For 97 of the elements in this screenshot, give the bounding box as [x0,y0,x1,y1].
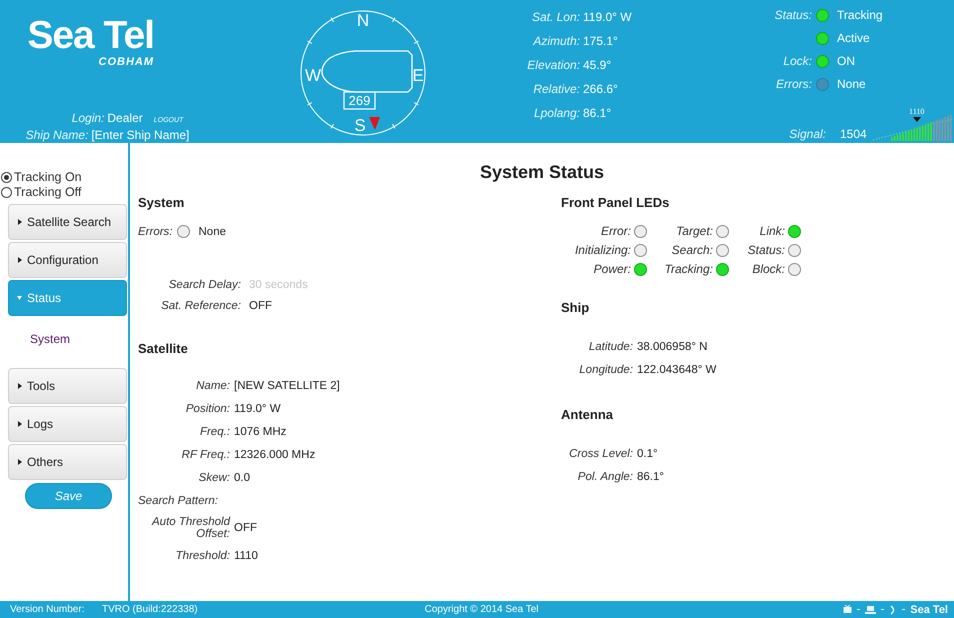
field-label: Freq.: [198,426,230,438]
reading-label: Azimuth: [532,34,580,48]
field-label: Search Pattern: [138,494,218,506]
led-label: Status: [748,243,785,257]
ship-name-value: [Enter Ship Name] [91,128,190,142]
status-value: Active [837,31,870,45]
caret-icon [17,383,22,389]
field-value: OFF [234,522,257,534]
field-label: Errors: [138,226,172,238]
field-value: 0.1° [637,448,658,460]
section-heading: System [138,195,186,210]
nav-item[interactable]: Satellite Search [8,204,127,240]
reading-value: 86.1° [583,106,612,120]
status-label: Lock: [783,54,812,68]
compass-label: N [356,11,370,30]
reading-value: 119.0° W [583,10,632,24]
led-label: Target: [676,224,713,238]
field-label: Cross Level: [568,448,633,460]
field-label: RF Freq.: [180,448,230,460]
field-label: Search Delay: [168,278,241,290]
field-label: Threshold: [174,550,230,562]
status-label: Errors: [776,77,812,91]
nav-item[interactable]: Tools [8,368,127,404]
login-value: Dealer [107,111,143,125]
login-label: Login: [72,111,104,125]
field-value: 122.043648° W [637,364,716,376]
compass-label: S [354,116,366,135]
status-value: None [837,77,866,91]
reading-value: 175.1° [583,34,618,48]
section-heading: Satellite [138,341,189,356]
field-label: Position: [184,402,230,414]
tracking-radio[interactable]: Tracking On [1,170,128,185]
field-value: 1076 MHz [234,426,286,438]
led-label: Power: [594,262,631,276]
version-value: TVRO (Build:222338) [102,604,198,615]
signal-label: Signal: [788,127,826,141]
reading-value: 45.9° [583,58,612,72]
tracking-radio[interactable]: Tracking Off [1,185,128,200]
nav-subitem[interactable]: System [8,317,128,367]
heading-readout: 269 [343,91,376,110]
footer-brand: Sea Tel [910,604,948,616]
nav-item[interactable]: Configuration [8,242,127,278]
compass-label: E [412,66,424,85]
section-heading: Ship [561,300,590,315]
nav-item[interactable]: Logs [8,406,127,442]
field-label: Sat. Reference: [160,300,241,312]
led-label: Search: [672,243,713,257]
threshold-label: 1110 [909,107,924,116]
caret-icon [17,257,22,263]
field-label: Auto Threshold Offset: [150,516,230,540]
logo-title: Sea Tel [27,16,154,55]
field-label: Longitude: [578,364,633,376]
laptop-icon [865,606,876,614]
led-label: Link: [760,224,785,238]
field-label: Pol. Angle: [576,470,633,482]
section-heading: Antenna [561,407,614,422]
field-label: Skew: [198,472,230,484]
logo-subtitle: COBHAM [98,56,154,68]
reading-label: Sat. Lon: [530,10,580,24]
version-label: Version Number: [10,604,86,615]
field-label: Name: [195,380,230,392]
field-value: 0.0 [234,472,250,484]
copyright-text: Copyright © 2014 Sea Tel [424,604,539,615]
section-heading: Front Panel LEDs [561,195,670,210]
pointer-icon [369,117,380,130]
ship-outline-icon [321,50,413,93]
led-label: Error: [601,224,631,238]
reading-label: Relative: [532,82,580,96]
field-value: None [198,226,226,238]
reading-label: Lpolang: [532,106,580,120]
page-title: System Status [478,162,606,183]
field-value: OFF [249,300,272,312]
field-value: 30 seconds [249,278,308,290]
field-value: 38.006958° N [637,340,708,352]
status-label: Status: [774,8,812,22]
field-value: 12326.000 MHz [234,448,316,460]
field-label: Latitude: [588,340,633,352]
led-label: Initializing: [574,243,631,257]
field-value: 86.1° [637,470,664,482]
signal-value: 1504 [840,127,867,141]
compass-label: W [304,66,322,85]
reading-value: 266.6° [583,82,618,96]
caret-icon [17,421,22,427]
field-value: 119.0° W [234,402,281,414]
caret-icon [17,295,22,301]
reading-label: Elevation: [526,58,580,72]
field-value: [NEW SATELLITE 2] [234,380,340,392]
led-label: Tracking: [664,262,713,276]
tv-icon [843,605,852,614]
nav-item[interactable]: Others [8,444,127,480]
ship-name-label: Ship Name: [26,128,88,142]
field-value: 1110 [234,550,258,562]
caret-icon [17,459,22,465]
status-value: Tracking [837,8,883,22]
status-value: ON [837,54,855,68]
led-label: Block: [752,262,785,276]
caret-icon [17,219,22,225]
